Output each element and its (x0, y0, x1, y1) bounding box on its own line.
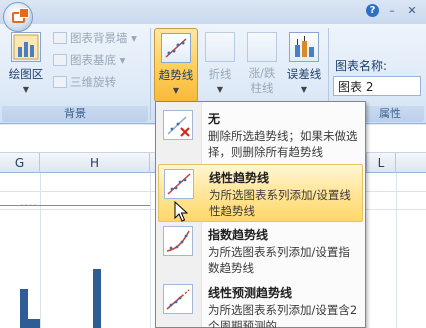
trendline-icon (161, 33, 191, 63)
menu-item-title: 线性预测趋势线 (208, 286, 293, 300)
chart-name-input[interactable] (333, 76, 421, 96)
plot-area-button[interactable]: 绘图区 ▼ (4, 28, 48, 102)
linear-forecast-trendline-icon (163, 284, 193, 314)
close-icon[interactable]: ✕ (406, 5, 418, 17)
menu-item-desc: 删除所选趋势线；如果未做选择，则删除所有趋势线 (208, 129, 358, 159)
chart-floor-label: 图表基底 (70, 53, 116, 67)
chevron-down-icon: ▼ (216, 85, 224, 94)
menu-item-linear-forecast[interactable]: 线性预测趋势线 为所选图表系列添加/设置含2个周期预测的 (158, 280, 363, 328)
background-group-label: 背景 (2, 106, 148, 122)
lines-button[interactable]: 折线 ▼ (198, 28, 242, 102)
menu-item-exponential[interactable]: 指数趋势线 为所选图表系列添加/设置指数趋势线 (158, 222, 363, 280)
menu-item-linear[interactable]: 线性趋势线 为所选图表系列添加/设置线性趋势线 (158, 164, 363, 222)
chart-floor-button[interactable]: 图表基底 ▾ (53, 52, 125, 70)
menu-item-title: 无 (208, 112, 221, 126)
chart-wall-icon (53, 32, 67, 44)
chevron-down-icon: ▼ (172, 86, 180, 95)
chart-wall-button[interactable]: 图表背景墙 ▾ (53, 30, 137, 48)
exponential-trendline-icon (163, 226, 193, 256)
title-bar: ? – ✕ (0, 0, 426, 24)
error-bars-label: 误差线 (286, 67, 322, 81)
minimize-icon[interactable]: – (386, 5, 398, 17)
rotation-3d-label: 三维旋转 (70, 75, 116, 89)
rotation-3d-icon (53, 76, 67, 88)
menu-item-desc: 为所选图表系列添加/设置指数趋势线 (208, 245, 350, 275)
updown-bars-icon (247, 32, 277, 62)
menu-item-desc: 为所选图表系列添加/设置含2个周期预测的 (208, 303, 358, 328)
column-gridline (396, 173, 397, 328)
updown-bars-label: 涨/跌 柱线 (248, 66, 276, 95)
chevron-down-icon: ▼ (300, 85, 308, 94)
plot-area-label: 绘图区 (8, 67, 44, 81)
menu-item-desc: 为所选图表系列添加/设置线性趋势线 (209, 188, 351, 218)
trendline-button[interactable]: 趋势线 ▼ (154, 28, 198, 102)
group-separator (150, 28, 151, 120)
help-icon[interactable]: ? (366, 4, 379, 17)
column-header-l[interactable]: L (366, 153, 396, 173)
menu-item-title: 线性趋势线 (209, 171, 270, 185)
chart-wall-label: 图表背景墙 (70, 31, 128, 45)
chart-bar[interactable] (28, 319, 40, 328)
chart-bar[interactable] (93, 269, 101, 328)
error-bars-button[interactable]: 误差线 ▼ (282, 28, 326, 102)
linear-trendline-icon (164, 169, 194, 199)
column-header-h[interactable]: H (40, 153, 150, 173)
column-gridline (150, 173, 151, 328)
error-bars-icon (289, 32, 319, 62)
rotation-3d-button[interactable]: 三维旋转 (53, 74, 116, 92)
chart-bar[interactable] (20, 289, 28, 328)
office-button[interactable] (3, 2, 33, 32)
chart-name-label: 图表名称: (335, 59, 388, 73)
column-header-g[interactable]: G (0, 153, 40, 173)
menu-item-title: 指数趋势线 (208, 228, 269, 242)
properties-group-label: 属性 (356, 106, 424, 122)
menu-item-none[interactable]: 无 删除所选趋势线；如果未做选择，则删除所有趋势线 (158, 106, 363, 164)
chart-area[interactable] (0, 205, 150, 328)
lines-label: 折线 (208, 67, 232, 81)
chart-floor-icon (53, 54, 67, 66)
trendline-label: 趋势线 (158, 68, 194, 82)
plot-area-icon (11, 32, 41, 62)
chevron-down-icon: ▼ (22, 85, 30, 94)
updown-bars-button[interactable]: 涨/跌 柱线 (240, 28, 284, 102)
lines-icon (205, 32, 235, 62)
trendline-none-icon (163, 110, 193, 140)
